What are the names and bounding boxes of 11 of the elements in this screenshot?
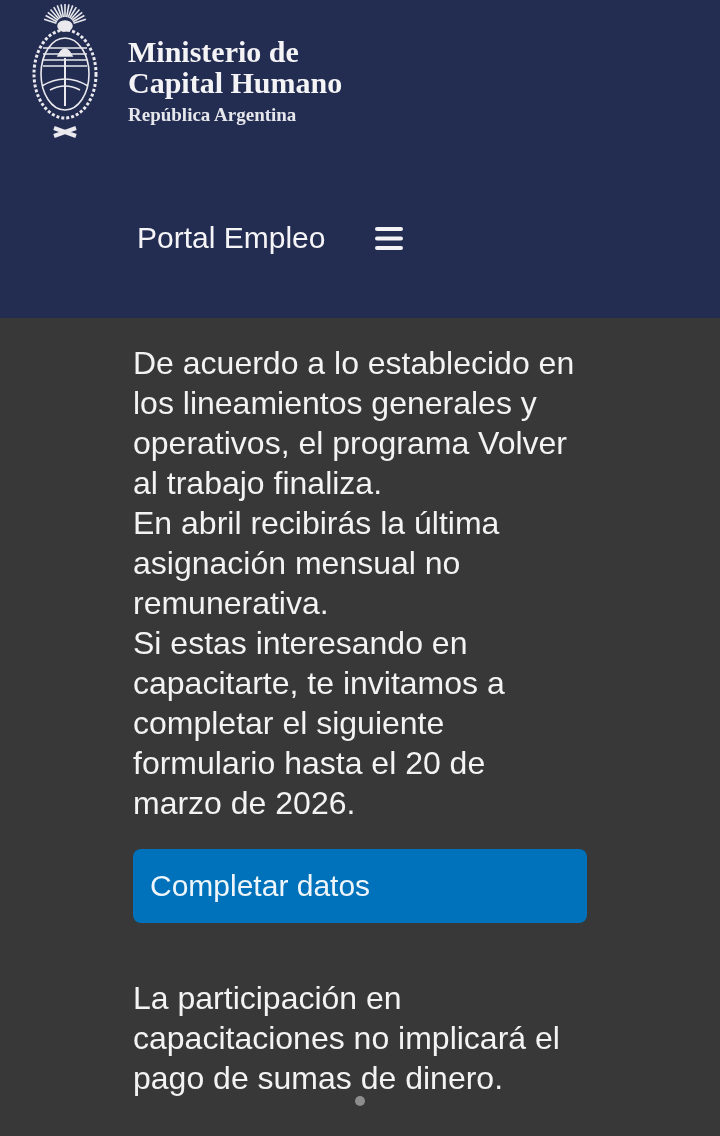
menu-button[interactable] bbox=[375, 225, 404, 251]
dot-icon bbox=[355, 1096, 365, 1106]
info-paragraph: En abril recibirás la última asignación mensual no remunerativa. bbox=[133, 504, 501, 623]
info-paragraph: Si estas interesando en capacitarte, te invitamos a completar el siguiente formulario hasta el 20 de marzo de 2026. bbox=[133, 624, 506, 823]
ministry-name: Ministerio de Capital Humano bbox=[128, 36, 344, 98]
country-name: República Argentina bbox=[128, 104, 298, 126]
portal-title-link[interactable]: Portal Empleo bbox=[137, 220, 326, 256]
complete-data-button[interactable]: Completar datos bbox=[133, 849, 587, 923]
menu-icon bbox=[375, 225, 404, 251]
note-paragraph: La participación en capacitaciones no implicará el pago de sumas de dinero. bbox=[133, 979, 561, 1098]
info-paragraph: De acuerdo a lo establecido en los lineamientos generales y operativos, el programa Volver al trabajo finaliza. bbox=[133, 344, 576, 503]
